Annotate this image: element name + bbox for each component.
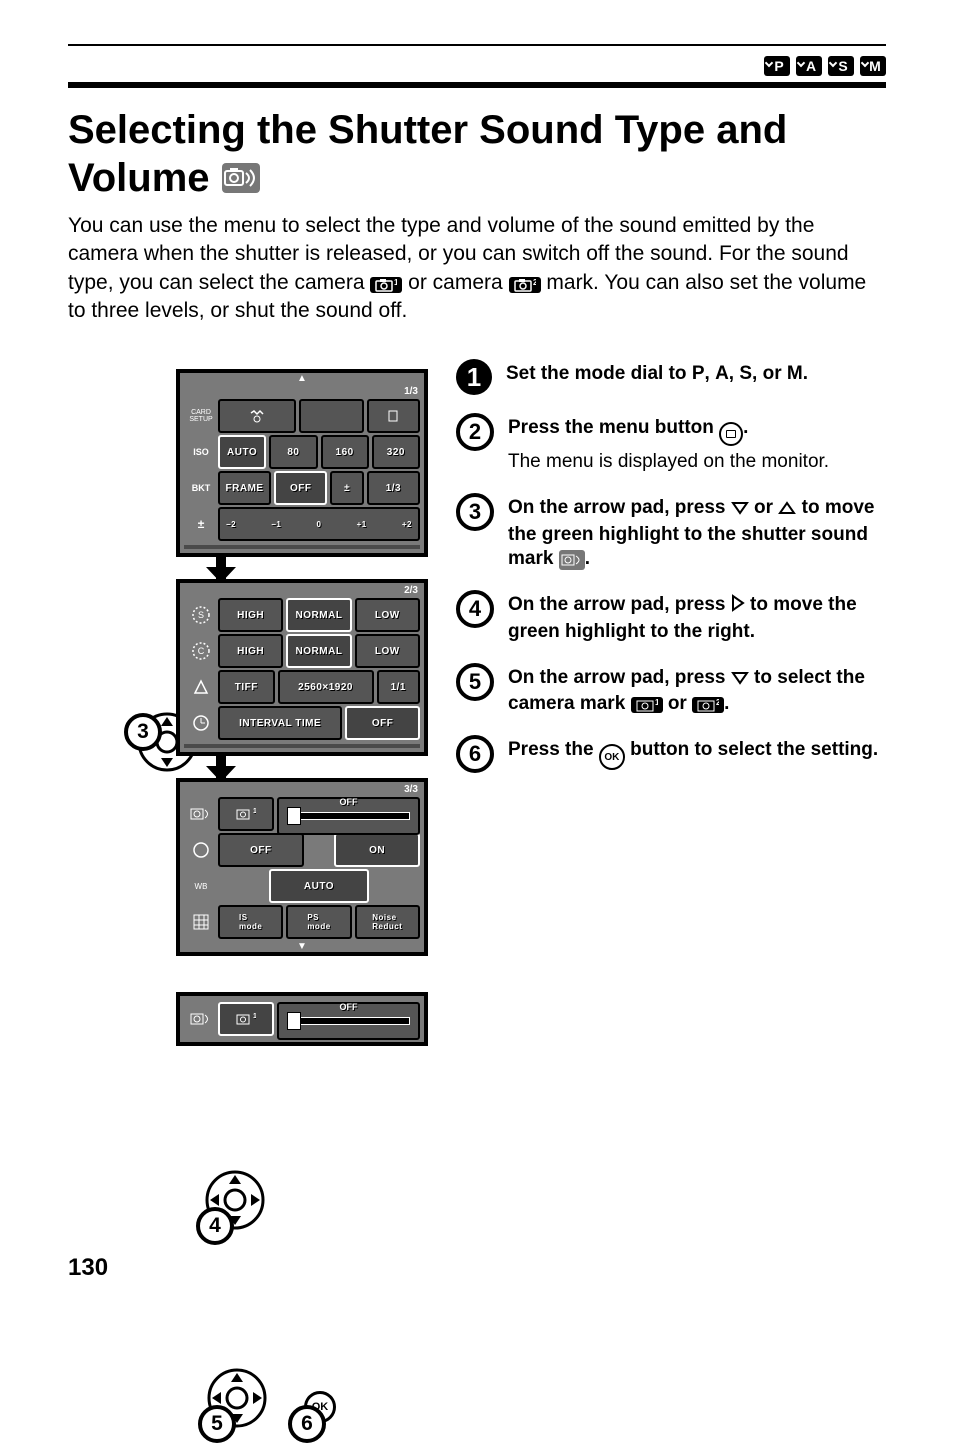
lcd3-lamp-off: OFF	[218, 833, 304, 867]
step-number-2: 2	[456, 413, 494, 451]
step-3: 3 On the arrow pad, press or to move the…	[456, 493, 886, 572]
down-triangle-icon-2	[731, 668, 749, 693]
svg-text:1: 1	[655, 698, 658, 707]
lcd-screen-1: ▲ 1/3 CARDSETUP ISO AUTO 80 160	[176, 369, 428, 557]
lcd2-c-normal: NORMAL	[286, 634, 351, 668]
lcd2-interval-off: OFF	[345, 706, 420, 740]
svg-text:1: 1	[253, 1013, 256, 1020]
svg-text:S: S	[198, 610, 204, 620]
svg-text:2: 2	[533, 278, 536, 287]
lcd1-iso-160: 160	[321, 435, 369, 469]
camera-mark-2-icon-step: 2	[692, 697, 724, 713]
lcd-screen-3: 3/3 1 OFF	[176, 778, 428, 956]
svg-text:C: C	[198, 646, 205, 656]
step-3-text: On the arrow pad, press or to move the g…	[508, 497, 874, 569]
step-1-text: Set the mode dial to P, A, S, or M.	[506, 363, 808, 384]
step-4: 4 On the arrow pad, press to move the gr…	[456, 590, 886, 644]
lcd1-bkt-step: 1/3	[367, 471, 420, 505]
step-5: 5 On the arrow pad, press to select the …	[456, 663, 886, 717]
lcd2-res-ratio: 1/1	[377, 670, 420, 704]
lcd2-res-size: 2560×1920	[278, 670, 374, 704]
camera-mark-1-icon: 1	[370, 277, 402, 293]
mode-dial-badges: P A S M	[68, 46, 886, 82]
ok-button-icon: OK	[599, 744, 625, 770]
diagram-step-number-5: 5	[198, 1405, 236, 1443]
step-number-3: 3	[456, 493, 494, 531]
step-2-subtext: The menu is displayed on the monitor.	[508, 450, 829, 475]
mode-badge-s: S	[828, 56, 854, 76]
intro-text-2: or camera	[408, 271, 508, 294]
manual-page: P A S M Selecting the Shutter Sound Type…	[0, 0, 954, 1352]
step-number-4: 4	[456, 590, 494, 628]
lcd3-is-mode: ISmode	[218, 905, 283, 939]
instruction-steps: 1 Set the mode dial to P, A, S, or M. 2 …	[456, 359, 886, 1046]
step-6-text: Press the OK button to select the settin…	[508, 739, 878, 760]
menu-button-icon	[719, 422, 743, 446]
shutter-sound-icon	[222, 163, 260, 193]
right-triangle-icon	[731, 594, 745, 620]
lcd-screen-2: 2/3 S HIGH NORMAL LOW C HIGH NORMAL LOW	[176, 579, 428, 756]
step-6: 6 Press the OK button to select the sett…	[456, 735, 886, 773]
lcd2-c-high: HIGH	[218, 634, 283, 668]
lcd1-iso-auto: AUTO	[218, 435, 266, 469]
camera-mark-1-icon-step: 1	[631, 697, 663, 713]
page-title: Selecting the Shutter Sound Type and Vol…	[68, 106, 886, 202]
mode-badge-a: A	[796, 56, 822, 76]
step-number-6: 6	[456, 735, 494, 773]
mode-badge-m: M	[860, 56, 886, 76]
diagram-step-number-4: 4	[196, 1207, 234, 1245]
step-1: 1 Set the mode dial to P, A, S, or M.	[456, 359, 886, 395]
lcd1-page-indicator: 1/3	[180, 384, 424, 397]
lcd1-iso-80: 80	[269, 435, 317, 469]
mode-badge-p: P	[764, 56, 790, 76]
camera-mark-2-icon: 2	[509, 277, 541, 293]
title-line-1: Selecting the Shutter Sound Type and	[68, 108, 787, 152]
title-line-2: Volume	[68, 154, 210, 202]
lcd3-sound-cam1: 1	[218, 797, 274, 831]
diagram-step-number-6: 6	[288, 1405, 326, 1443]
lcd1-bkt-off: OFF	[274, 471, 327, 505]
lcd3-page-indicator: 3/3	[180, 782, 424, 795]
lcd2-res-tiff: TIFF	[218, 670, 275, 704]
intro-paragraph: You can use the menu to select the type …	[68, 212, 886, 325]
shutter-sound-row-icon	[184, 797, 218, 831]
step-2: 2 Press the menu button . The menu is di…	[456, 413, 886, 475]
svg-text:1: 1	[253, 808, 256, 815]
shutter-sound-icon-inline	[559, 550, 585, 570]
up-triangle-icon	[778, 498, 796, 523]
page-number: 130	[68, 1254, 108, 1282]
step-number-5: 5	[456, 663, 494, 701]
lcd3-sound-volume-slider: OFF	[277, 797, 420, 835]
step-4-text: On the arrow pad, press to move the gree…	[508, 594, 857, 642]
lcd-column: 3 ▲ 1/3 CARDSETUP ISO AUTO	[68, 359, 428, 1046]
svg-text:2: 2	[716, 698, 719, 707]
lcd2-s-high: HIGH	[218, 598, 283, 632]
step-5-text: On the arrow pad, press to select the ca…	[508, 667, 865, 715]
lcd2-interval-label: INTERVAL TIME	[218, 706, 342, 740]
lcd2-s-low: LOW	[355, 598, 420, 632]
lcd-screen-4: 1 OFF	[176, 992, 428, 1046]
lcd2-c-low: LOW	[355, 634, 420, 668]
lcd1-iso-320: 320	[372, 435, 420, 469]
lcd3-ps-mode: PSmode	[286, 905, 351, 939]
lcd4-sound-cam1: 1	[218, 1002, 274, 1036]
lcd1-bkt-frame: FRAME	[218, 471, 271, 505]
shutter-sound-row-icon-2	[184, 1002, 218, 1036]
step-2-text: Press the menu button .	[508, 417, 748, 438]
step-number-1: 1	[456, 359, 492, 395]
down-triangle-icon	[731, 498, 749, 523]
lcd2-page-indicator: 2/3	[180, 583, 424, 596]
svg-text:1: 1	[394, 278, 397, 287]
lcd3-wb-auto: AUTO	[269, 869, 369, 903]
lcd3-lamp-on: ON	[334, 833, 420, 867]
lcd3-noise-reduct: NoiseReduct	[355, 905, 420, 939]
lcd4-sound-volume-slider: OFF	[277, 1002, 420, 1040]
lcd2-s-normal: NORMAL	[286, 598, 351, 632]
top-rules: P A S M	[68, 44, 886, 88]
